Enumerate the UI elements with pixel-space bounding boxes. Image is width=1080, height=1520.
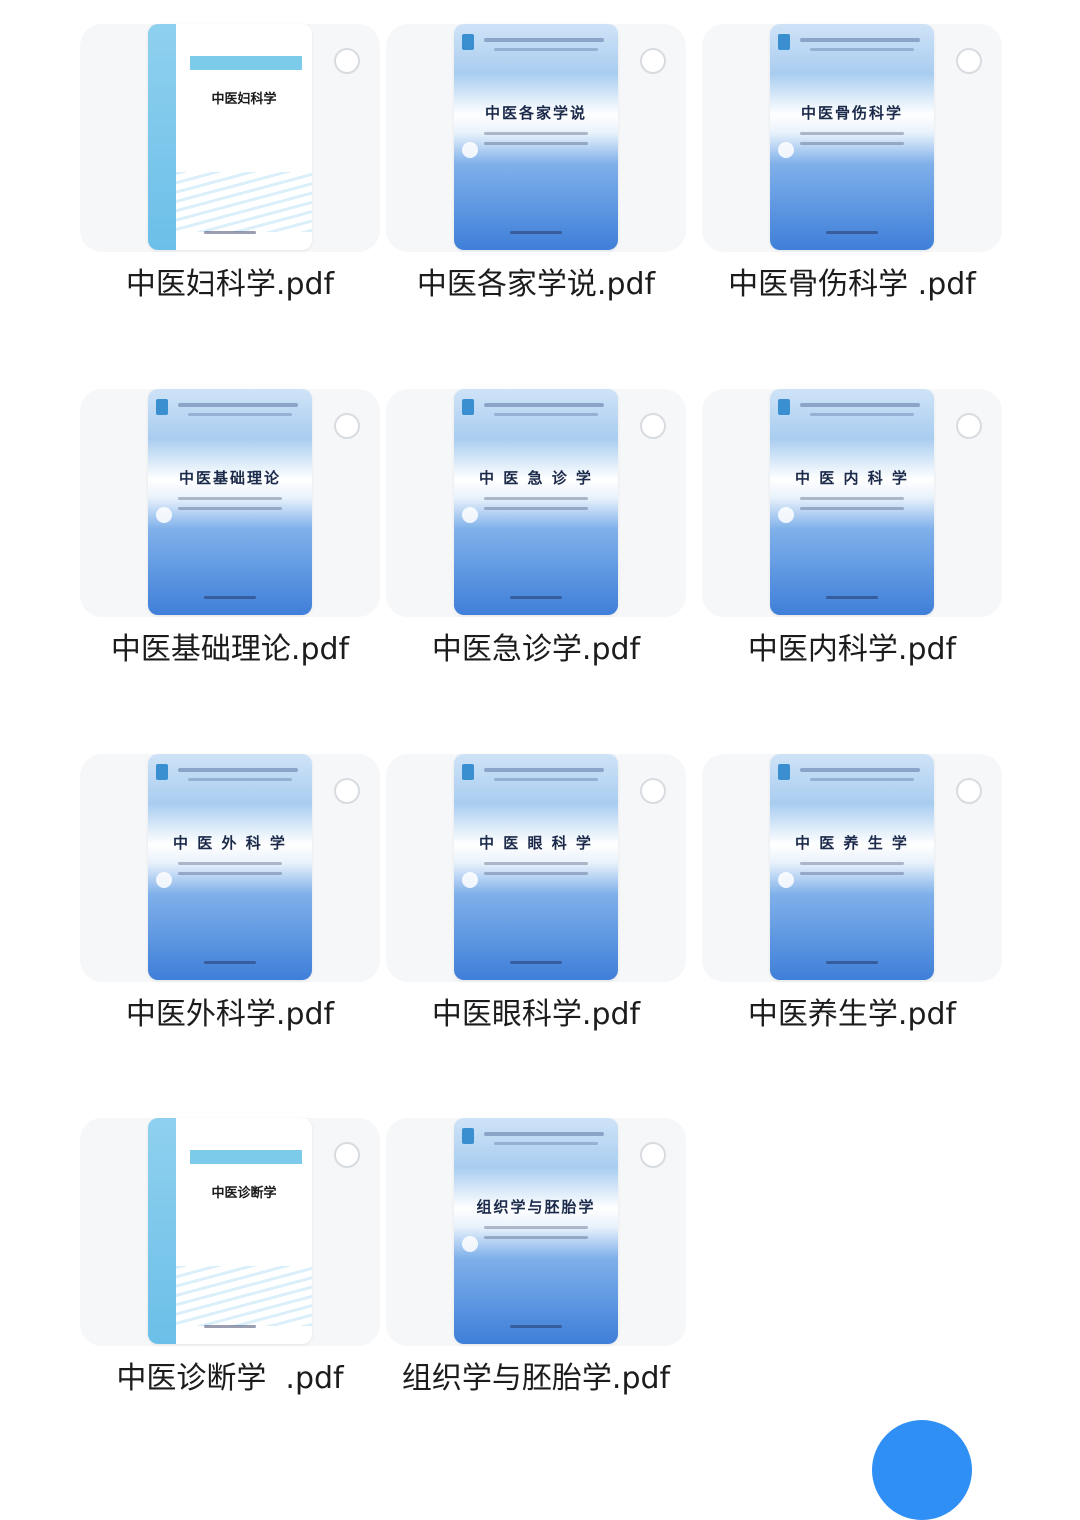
select-checkbox[interactable] [640,778,666,804]
select-checkbox[interactable] [334,48,360,74]
file-item[interactable]: 中 医 眼 科 学 中医眼科学.pdf [386,730,686,1090]
file-item[interactable]: 中医骨伤科学 中医骨伤科学 .pdf [702,0,1002,360]
file-thumbnail[interactable]: 中 医 内 科 学 [702,389,1002,617]
book-cover-image: 中医妇科学 [148,24,312,250]
cover-title: 中医骨伤科学 [800,104,903,122]
file-thumbnail[interactable]: 中医基础理论 [80,389,380,617]
file-item[interactable]: 中医诊断学 中医诊断学 .pdf [80,1094,380,1454]
file-name: 中医急诊学.pdf [431,632,641,667]
book-cover-image: 组织学与胚胎学 [454,1118,618,1344]
select-checkbox[interactable] [640,48,666,74]
file-name: 中医养生学.pdf [747,997,957,1032]
cover-title: 中医诊断学 [211,1186,277,1201]
book-cover-image: 中医基础理论 [148,389,312,615]
book-cover-image: 中 医 内 科 学 [770,389,934,615]
select-checkbox[interactable] [956,48,982,74]
book-cover-image: 中 医 外 科 学 [148,754,312,980]
file-thumbnail[interactable]: 中医各家学说 [386,24,686,252]
file-item[interactable]: 中医基础理论 中医基础理论.pdf [80,365,380,725]
file-thumbnail[interactable]: 中医骨伤科学 [702,24,1002,252]
select-checkbox[interactable] [334,413,360,439]
file-item[interactable]: 组织学与胚胎学 组织学与胚胎学.pdf [386,1094,686,1454]
file-item[interactable]: 中医各家学说 中医各家学说.pdf [386,0,686,360]
select-checkbox[interactable] [640,413,666,439]
file-thumbnail[interactable]: 中医诊断学 [80,1118,380,1346]
cover-title: 组织学与胚胎学 [476,1198,596,1216]
file-thumbnail[interactable]: 中医妇科学 [80,24,380,252]
file-item[interactable]: 中 医 内 科 学 中医内科学.pdf [702,365,1002,725]
file-name: 中医诊断学 .pdf [116,1361,344,1396]
book-cover-image: 中医骨伤科学 [770,24,934,250]
file-thumbnail[interactable]: 组织学与胚胎学 [386,1118,686,1346]
file-name: 中医各家学说.pdf [416,267,656,302]
file-name: 中医基础理论.pdf [110,632,350,667]
file-item[interactable]: 中 医 急 诊 学 中医急诊学.pdf [386,365,686,725]
book-cover-image: 中医各家学说 [454,24,618,250]
book-cover-image: 中医诊断学 [148,1118,312,1344]
cover-title: 中医各家学说 [484,104,587,122]
select-checkbox[interactable] [956,778,982,804]
cover-title: 中医基础理论 [178,469,281,487]
file-item[interactable]: 中 医 养 生 学 中医养生学.pdf [702,730,1002,1090]
file-grid: 中医妇科学 中医妇科学.pdf 中医各家学说 中医各家学说.pdf 中医骨伤科学 [0,0,1080,1439]
cover-title: 中 医 养 生 学 [795,834,909,852]
file-item[interactable]: 中 医 外 科 学 中医外科学.pdf [80,730,380,1090]
cover-title: 中 医 急 诊 学 [479,469,593,487]
cover-title: 中 医 内 科 学 [795,469,909,487]
file-name: 中医妇科学.pdf [125,267,335,302]
floating-action-button[interactable] [872,1420,972,1520]
book-cover-image: 中 医 养 生 学 [770,754,934,980]
select-checkbox[interactable] [334,778,360,804]
file-name: 中医内科学.pdf [747,632,957,667]
file-thumbnail[interactable]: 中 医 外 科 学 [80,754,380,982]
file-name: 中医眼科学.pdf [431,997,641,1032]
file-name: 中医外科学.pdf [125,997,335,1032]
file-thumbnail[interactable]: 中 医 急 诊 学 [386,389,686,617]
file-name: 中医骨伤科学 .pdf [728,267,976,302]
file-item[interactable]: 中医妇科学 中医妇科学.pdf [80,0,380,360]
file-thumbnail[interactable]: 中 医 养 生 学 [702,754,1002,982]
book-cover-image: 中 医 急 诊 学 [454,389,618,615]
select-checkbox[interactable] [334,1142,360,1168]
select-checkbox[interactable] [956,413,982,439]
book-cover-image: 中 医 眼 科 学 [454,754,618,980]
cover-title: 中 医 眼 科 学 [479,834,593,852]
file-thumbnail[interactable]: 中 医 眼 科 学 [386,754,686,982]
file-name: 组织学与胚胎学.pdf [401,1361,671,1396]
select-checkbox[interactable] [640,1142,666,1168]
cover-title: 中医妇科学 [211,92,277,107]
cover-title: 中 医 外 科 学 [173,834,287,852]
